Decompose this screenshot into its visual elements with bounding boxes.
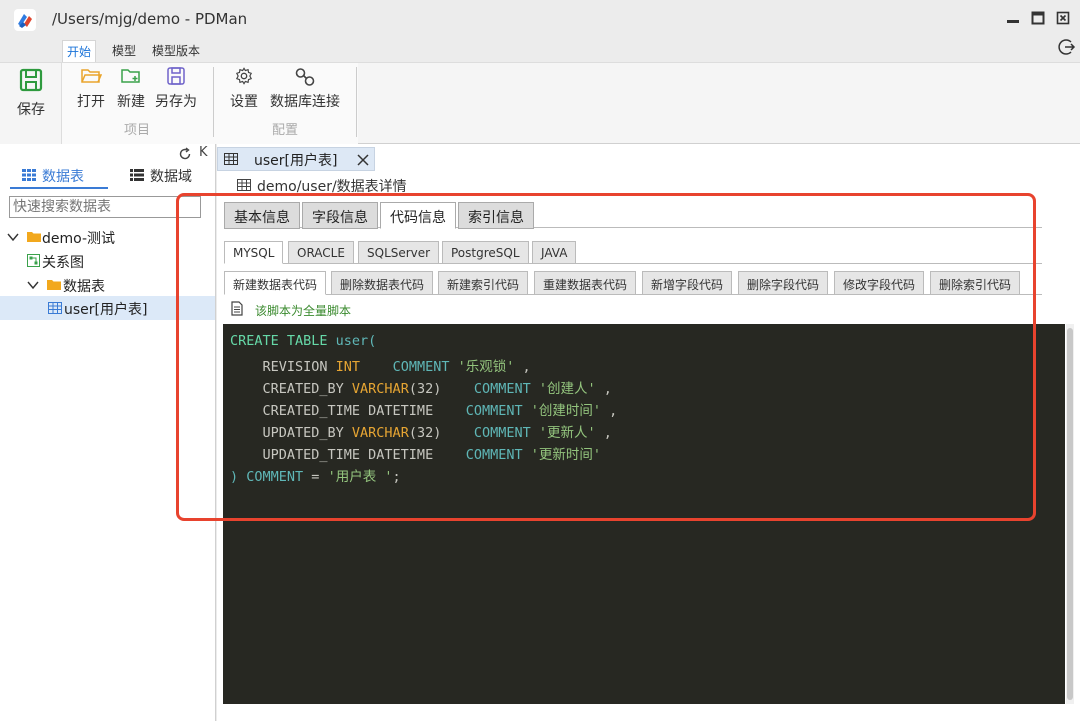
save-label: 保存 xyxy=(17,102,45,118)
diagram-icon xyxy=(27,254,40,267)
pdman-logo-icon xyxy=(14,9,36,31)
db-connection-label: 数据库连接 xyxy=(270,94,340,110)
list-icon xyxy=(130,169,144,181)
group-separator xyxy=(213,67,214,137)
chevron-down-icon[interactable] xyxy=(7,231,19,243)
table-icon xyxy=(224,153,238,165)
tree-item-label: 关系图 xyxy=(42,255,84,271)
gear-icon xyxy=(235,67,253,85)
link-icon xyxy=(295,68,315,86)
sidebar-tab-tables[interactable]: 数据表 xyxy=(22,166,84,186)
save-as-button[interactable]: 另存为 xyxy=(154,67,198,111)
table-icon xyxy=(48,302,62,314)
scrollbar-thumb[interactable] xyxy=(1067,328,1073,700)
save-as-label: 另存为 xyxy=(155,94,197,110)
code-scrollbar[interactable] xyxy=(1066,324,1074,704)
title-bar: /Users/mjg/demo - PDMan xyxy=(0,0,1080,38)
ribbon-tab-model[interactable]: 模型 xyxy=(108,40,140,61)
maximize-icon[interactable] xyxy=(1031,11,1045,25)
tree-item-label: 数据表 xyxy=(63,279,105,295)
folder-open-icon xyxy=(81,69,102,83)
settings-button[interactable]: 设置 xyxy=(229,67,259,111)
group-separator xyxy=(356,67,357,137)
ribbon-tab-start[interactable]: 开始 xyxy=(62,40,97,62)
table-search-input[interactable] xyxy=(9,196,201,218)
chevron-down-icon[interactable] xyxy=(27,279,39,291)
close-icon[interactable] xyxy=(1056,11,1070,25)
save-button[interactable]: 保存 xyxy=(12,67,50,119)
new-button[interactable]: 新建 xyxy=(114,67,148,111)
settings-label: 设置 xyxy=(230,94,258,110)
close-icon[interactable] xyxy=(356,153,370,167)
save-icon xyxy=(19,68,43,92)
config-group-label: 配置 xyxy=(272,123,299,138)
logout-icon[interactable] xyxy=(1058,38,1076,56)
sidebar-tab-domains-label: 数据域 xyxy=(150,169,192,185)
document-tab-label: user[用户表] xyxy=(254,153,338,169)
folder-icon xyxy=(27,232,41,242)
document-tab-user[interactable]: user[用户表] xyxy=(217,147,375,171)
open-button[interactable]: 打开 xyxy=(76,67,106,111)
sidebar-tab-tables-label: 数据表 xyxy=(42,169,84,185)
open-label: 打开 xyxy=(77,94,105,110)
active-tab-underline xyxy=(10,187,108,189)
save-as-icon xyxy=(167,67,185,85)
new-folder-icon xyxy=(121,69,140,83)
new-label: 新建 xyxy=(117,94,145,110)
table-grid-icon xyxy=(22,169,36,181)
project-group-label: 项目 xyxy=(124,123,151,138)
refresh-icon[interactable] xyxy=(178,147,192,161)
ribbon-tab-model-version[interactable]: 模型版本 xyxy=(148,40,204,61)
window-title: /Users/mjg/demo - PDMan xyxy=(52,10,248,28)
collapse-sidebar-button[interactable]: K xyxy=(199,145,208,160)
table-icon xyxy=(237,179,251,191)
sidebar-tab-domains[interactable]: 数据域 xyxy=(130,166,192,186)
folder-icon xyxy=(47,280,61,290)
tree-item-label: demo-测试 xyxy=(42,231,116,247)
minimize-icon[interactable] xyxy=(1006,11,1020,25)
ribbon-toolbar: 保存 打开 新建 另存为 项目 设置 数据库连接 配置 xyxy=(0,62,1080,144)
db-connection-button[interactable]: 数据库连接 xyxy=(268,67,342,111)
tree-item-label: user[用户表] xyxy=(64,302,148,318)
highlight-annotation-box xyxy=(176,193,1036,521)
